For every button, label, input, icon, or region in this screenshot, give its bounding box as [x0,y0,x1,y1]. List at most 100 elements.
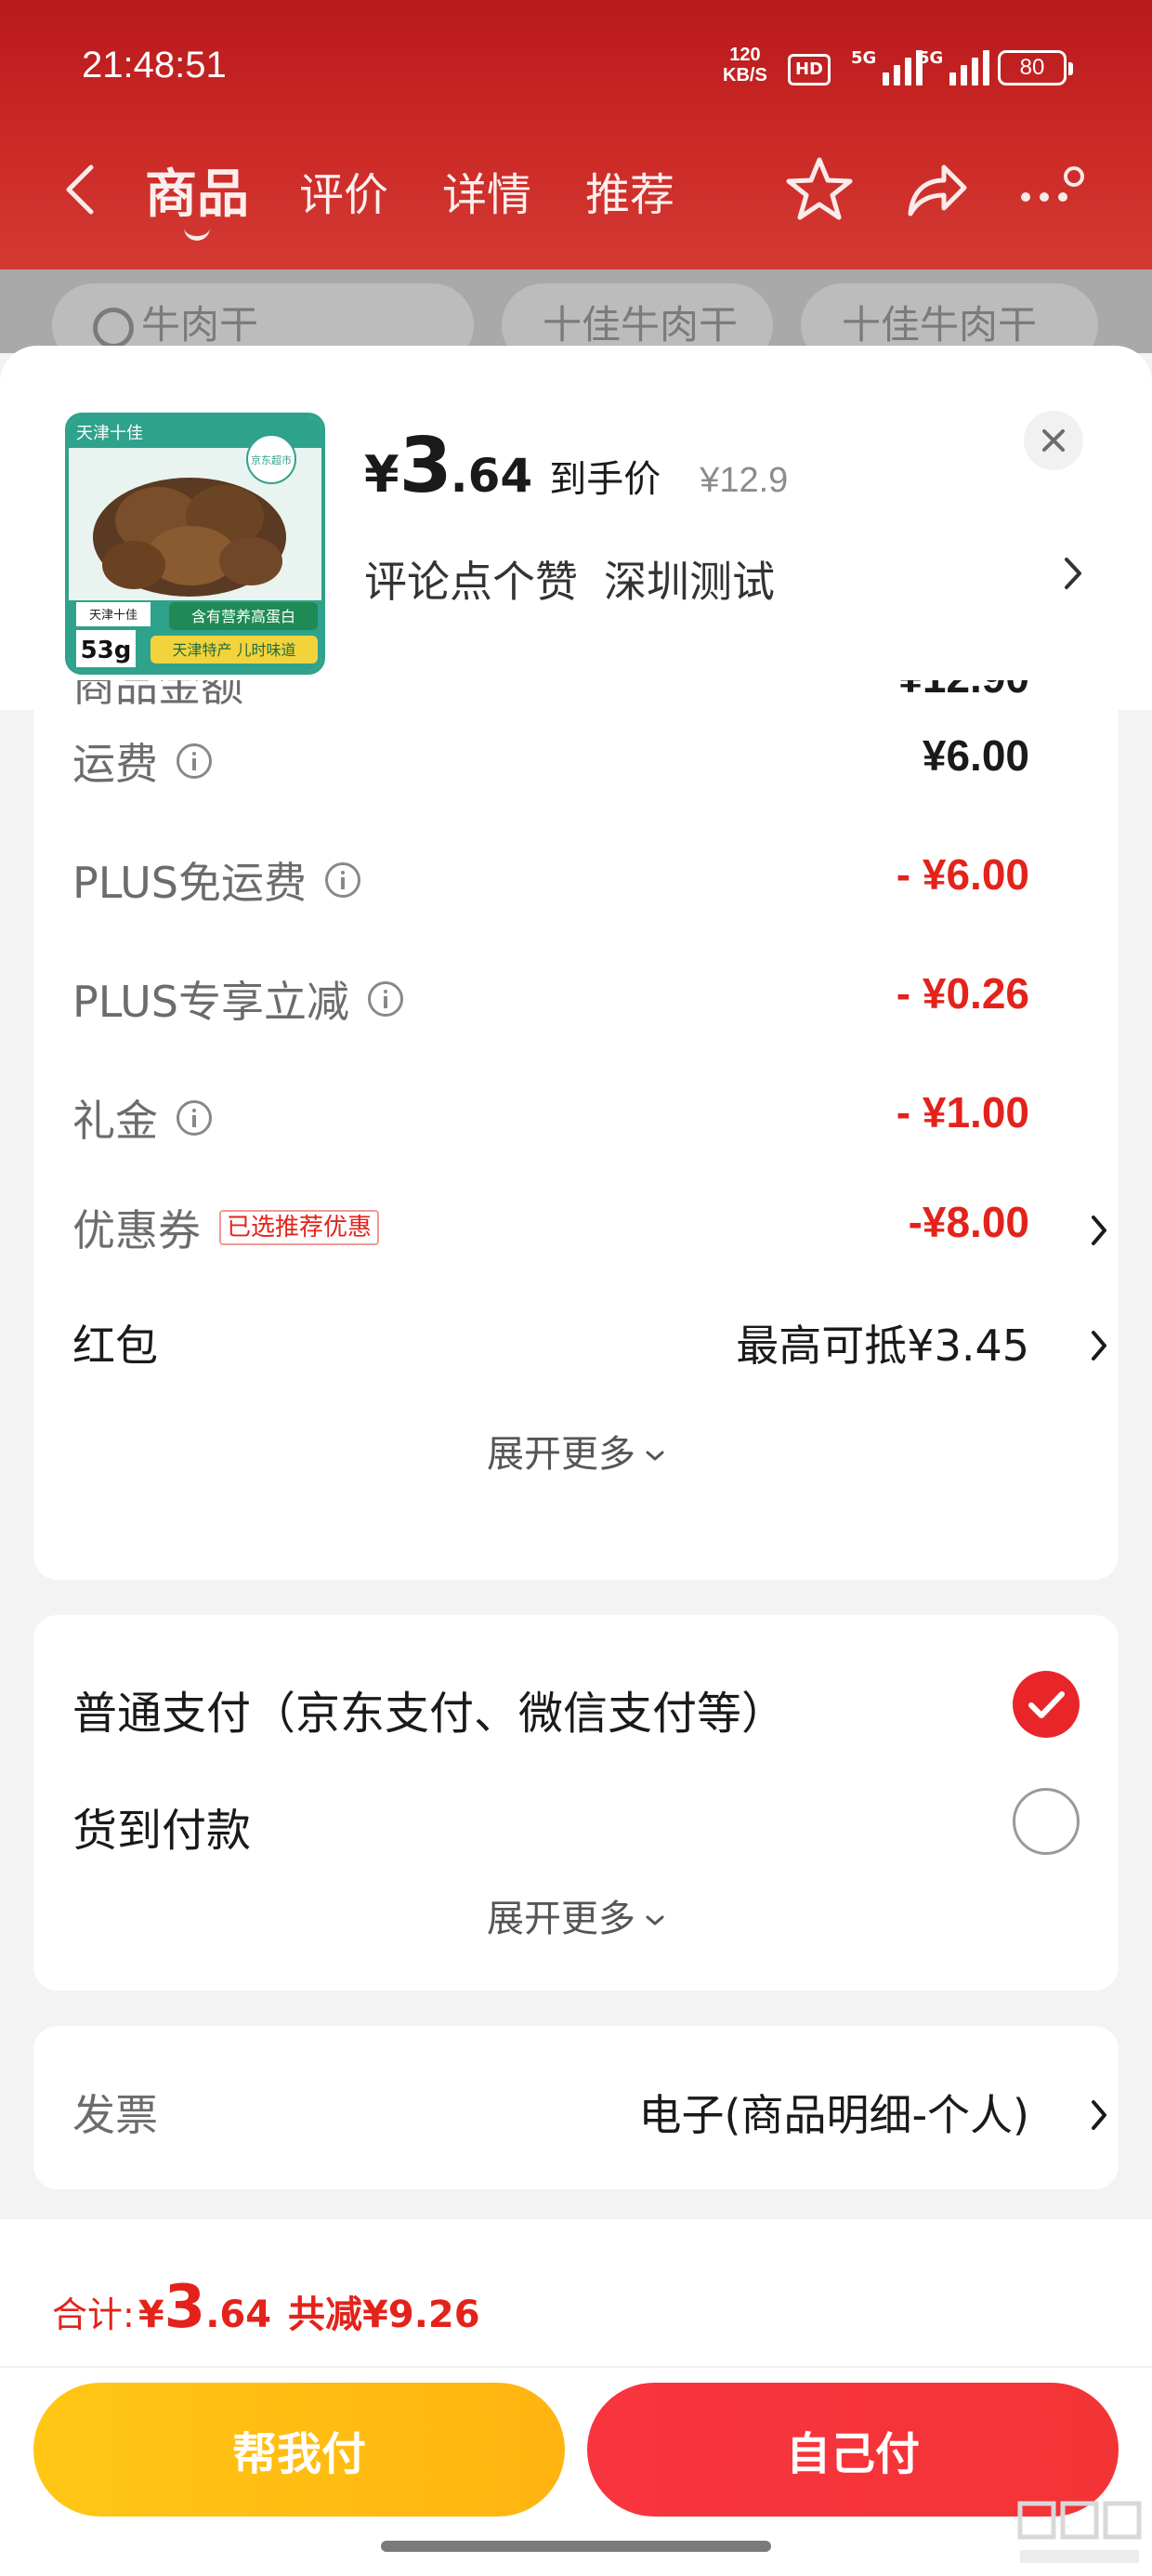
radio-checked[interactable] [1013,1671,1080,1738]
chevron-right-icon[interactable] [1089,2096,1109,2134]
product-image-badge: 京东超市 [251,453,292,467]
back-icon[interactable] [58,162,104,217]
star-icon[interactable] [782,152,857,227]
payment-option-label: 普通支付（京东支付、微信支付等） [72,1688,787,1740]
signal-icon-sim2: 5G [918,48,990,85]
checkout-footer: 合计: ¥ 3 .64 共减¥9.26 帮我付 自己付 [0,2219,1152,2576]
price-integer: 3 [399,422,452,510]
tab-product[interactable]: 商品 [145,152,249,241]
background-pill-text: 牛肉干 [141,302,259,348]
final-price-label: 到手价 [549,458,661,501]
close-button[interactable] [1024,411,1083,470]
fee-label-text: 礼金 [72,1096,158,1146]
expand-more-fees[interactable]: 展开更多 [33,1424,1119,1478]
network-speed: 120 KB/S [723,45,767,85]
chevron-right-icon[interactable] [1059,552,1087,595]
product-summary: 天津十佳 京东超市 天津十佳 含有营养高蛋白 天津特产 儿时味道 53g ¥ 3… [0,346,1152,710]
network-speed-value: 120 [729,45,761,65]
fee-label: 礼金 [72,1087,212,1149]
product-image-graphic: 天津十佳 京东超市 天津十佳 含有营养高蛋白 天津特产 儿时味道 53g [69,416,321,671]
fee-row-gift-money: 礼金 - ¥1.00 [33,1072,1119,1156]
product-image-brand: 天津十佳 [76,424,143,443]
fee-label-text: 红包 [72,1321,158,1371]
tab-recommend[interactable]: 推荐 [585,158,674,223]
fee-label: PLUS专享立减 [72,968,403,1030]
total-label: 合计: [52,2294,135,2335]
product-image: 天津十佳 京东超市 天津十佳 含有营养高蛋白 天津特产 儿时味道 53g [65,413,325,675]
hd-voice-icon: HD [788,54,831,85]
share-icon[interactable] [897,152,972,227]
chevron-right-icon[interactable] [1089,1212,1109,1249]
info-icon[interactable] [324,862,360,898]
fee-breakdown-card: 商品金额 ¥12.90 运费 ¥6.00 PLUS免运费 - ¥6.00 PLU… [33,680,1119,1580]
goods-amount-label: 商品金额 [72,680,243,704]
status-time: 21:48:51 [82,45,227,85]
sim2-network-label: 5G [918,48,944,68]
chevron-right-icon[interactable] [1089,1327,1109,1364]
fee-row-plus-discount: PLUS专享立减 - ¥0.26 [33,953,1119,1037]
product-image-origin: 天津特产 儿时味道 [172,641,295,659]
more-icon[interactable] [1013,152,1087,227]
background-search-row: 牛肉干 十佳牛肉干 十佳牛肉干 [0,269,1152,367]
fee-row-plus-free-shipping: PLUS免运费 - ¥6.00 [33,835,1119,918]
invoice-label: 发票 [72,2090,158,2140]
fee-value: - ¥6.00 [896,850,1029,899]
chevron-down-icon [646,1451,664,1461]
invoice-card[interactable]: 发票 电子(商品明细-个人) [33,2026,1119,2189]
goods-amount-value: ¥12.90 [898,680,1029,703]
recommended-coupon-badge: 已选推荐优惠 [219,1210,380,1245]
fee-label: 优惠券 已选推荐优惠 [72,1197,380,1258]
info-icon[interactable] [177,1100,212,1136]
tab-reviews[interactable]: 评价 [299,158,388,223]
price-decimal: .64 [450,449,533,503]
delivery-location: 深圳测试 [604,557,775,607]
fee-label-text: PLUS免运费 [72,858,307,908]
fee-row-shipping: 运费 ¥6.00 [33,716,1119,799]
product-image-brand-2: 天津十佳 [89,609,137,623]
tab-details[interactable]: 详情 [442,158,531,223]
search-icon [93,307,134,348]
fee-label-text: 优惠券 [72,1205,201,1255]
home-indicator[interactable] [381,2541,771,2552]
status-bar: 21:48:51 120 KB/S HD 5G 5G 80 [0,0,1152,139]
site-watermark-logo [1017,2501,1142,2563]
total-decimal: .64 [205,2293,272,2336]
info-icon[interactable] [367,981,403,1017]
payment-method-card: 普通支付（京东支付、微信支付等） 货到付款 展开更多 [33,1615,1119,1991]
total-currency: ¥ [137,2293,164,2336]
fee-row-red-packet[interactable]: 红包 最高可抵¥3.45 [33,1297,1119,1381]
original-price: ¥12.9 [700,461,789,500]
product-image-weight: 53g [81,637,132,664]
invoice-value: 电子(商品明细-个人) [638,2090,1030,2140]
payment-option-online[interactable]: 普通支付（京东支付、微信支付等） [33,1652,1119,1745]
expand-more-label: 展开更多 [487,1433,635,1476]
fee-value: ¥6.00 [922,731,1029,780]
payment-option-cod[interactable]: 货到付款 [33,1769,1119,1862]
fee-label-text: PLUS专享立减 [72,977,349,1027]
fee-label: PLUS免运费 [72,849,360,911]
pay-myself-button[interactable]: 自己付 [587,2383,1119,2517]
sim1-network-label: 5G [851,48,877,68]
chevron-down-icon [646,1915,664,1925]
fee-row-coupon[interactable]: 优惠券 已选推荐优惠 -¥8.00 [33,1182,1119,1266]
invoice-row[interactable]: 发票 电子(商品明细-个人) [33,2067,1119,2150]
total-discount: 共减¥9.26 [288,2293,480,2336]
fee-value: 最高可抵¥3.45 [736,1321,1029,1371]
expand-more-payment[interactable]: 展开更多 [33,1888,1119,1942]
partial-row-goods-amount: 商品金额 ¥12.90 [33,680,1119,704]
product-note: 评论点个赞 [364,557,578,607]
product-image-protein: 含有营养高蛋白 [191,608,295,625]
product-spec-selector[interactable]: 评论点个赞 深圳测试 [364,548,775,610]
help-me-pay-button[interactable]: 帮我付 [33,2383,565,2517]
total-summary: 合计: ¥ 3 .64 共减¥9.26 [52,2273,480,2342]
expand-more-label: 展开更多 [487,1898,635,1940]
fee-value: - ¥1.00 [896,1088,1029,1137]
info-icon[interactable] [177,743,212,779]
radio-unchecked[interactable] [1013,1788,1080,1855]
total-integer: 3 [164,2273,206,2342]
fee-value: - ¥0.26 [896,969,1029,1018]
product-nav-bar: 商品 评价 详情 推荐 [0,139,1152,242]
close-icon [1042,429,1065,452]
fee-label: 红包 [72,1312,158,1373]
price-line: ¥ 3 .64 到手价 ¥12.9 [364,422,788,510]
